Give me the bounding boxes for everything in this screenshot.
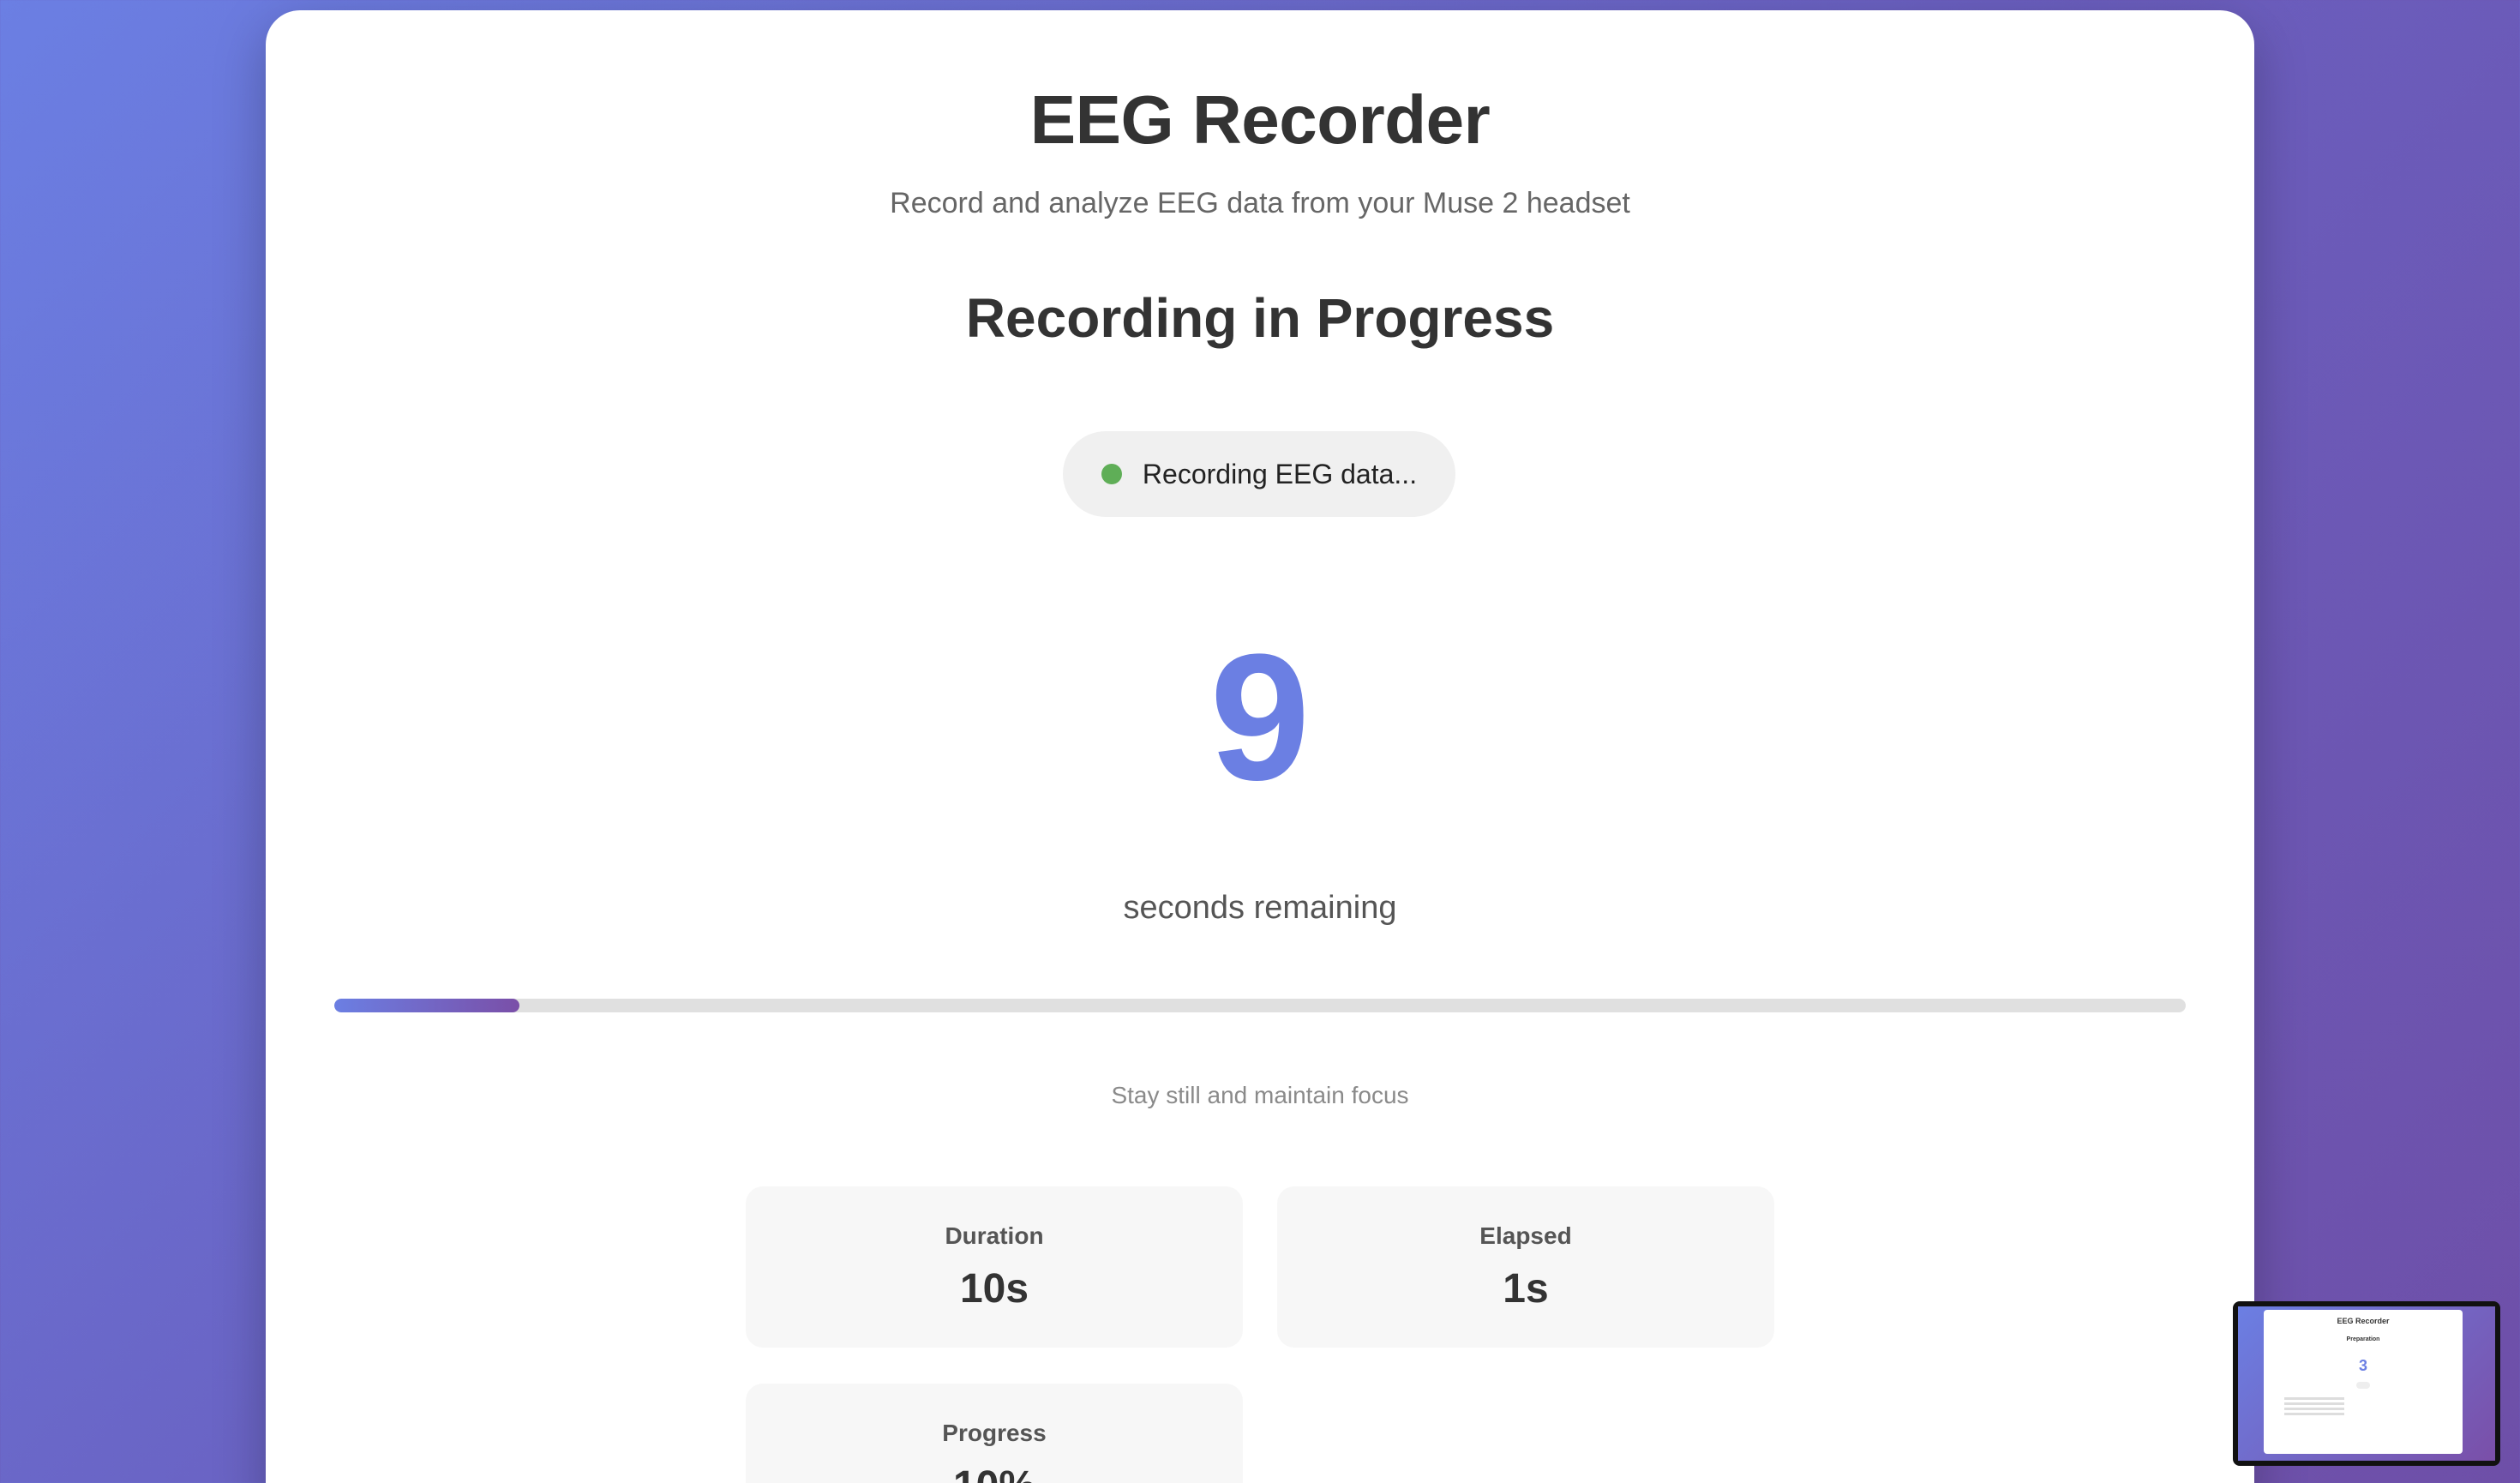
stat-value: 10% (746, 1462, 1243, 1483)
preview-note (2264, 1349, 2463, 1354)
countdown-label: seconds remaining (1123, 890, 1397, 926)
preview-list (2264, 1397, 2463, 1415)
stat-label: Progress (942, 1420, 1047, 1446)
recording-status-dot-icon (1101, 464, 1122, 484)
stat-value: 1s (1503, 1266, 1549, 1312)
app-title: EEG Recorder (1029, 81, 1491, 158)
preview-subtitle (2264, 1327, 2463, 1331)
window-preview-thumbnail[interactable]: EEG Recorder Preparation 3 (2233, 1301, 2500, 1466)
stat-label: Elapsed (1479, 1222, 1572, 1249)
main-card: EEG Recorder Record and analyze EEG data… (266, 10, 2254, 1483)
preview-list-line (2284, 1413, 2344, 1415)
preview-card: EEG Recorder Preparation 3 (2264, 1310, 2463, 1454)
stat-card-elapsed: Elapsed 1s (1277, 1186, 1774, 1348)
status-text: Recording EEG data... (1142, 458, 1418, 489)
countdown-value: 9 (1209, 616, 1311, 818)
preview-title: EEG Recorder (2337, 1317, 2390, 1325)
preview-section-title: Preparation (2346, 1336, 2380, 1342)
preview-button (2355, 1382, 2371, 1389)
preview-background: EEG Recorder Preparation 3 (2238, 1306, 2495, 1461)
preview-countdown: 3 (2358, 1357, 2367, 1374)
stat-value: 10s (959, 1266, 1029, 1312)
preview-list-line (2284, 1397, 2344, 1400)
stat-card-progress: Progress 10% (746, 1384, 1243, 1483)
progress-bar (334, 999, 2186, 1012)
focus-hint: Stay still and maintain focus (1111, 1082, 1409, 1108)
app-subtitle: Record and analyze EEG data from your Mu… (890, 187, 1630, 219)
status-badge: Recording EEG data... (1063, 431, 1455, 517)
preview-list-line (2284, 1402, 2344, 1405)
stat-label: Duration (945, 1222, 1044, 1249)
progress-bar-fill (334, 999, 519, 1012)
stat-card-duration: Duration 10s (746, 1186, 1243, 1348)
section-title: Recording in Progress (965, 287, 1555, 349)
preview-list-line (2284, 1408, 2344, 1410)
